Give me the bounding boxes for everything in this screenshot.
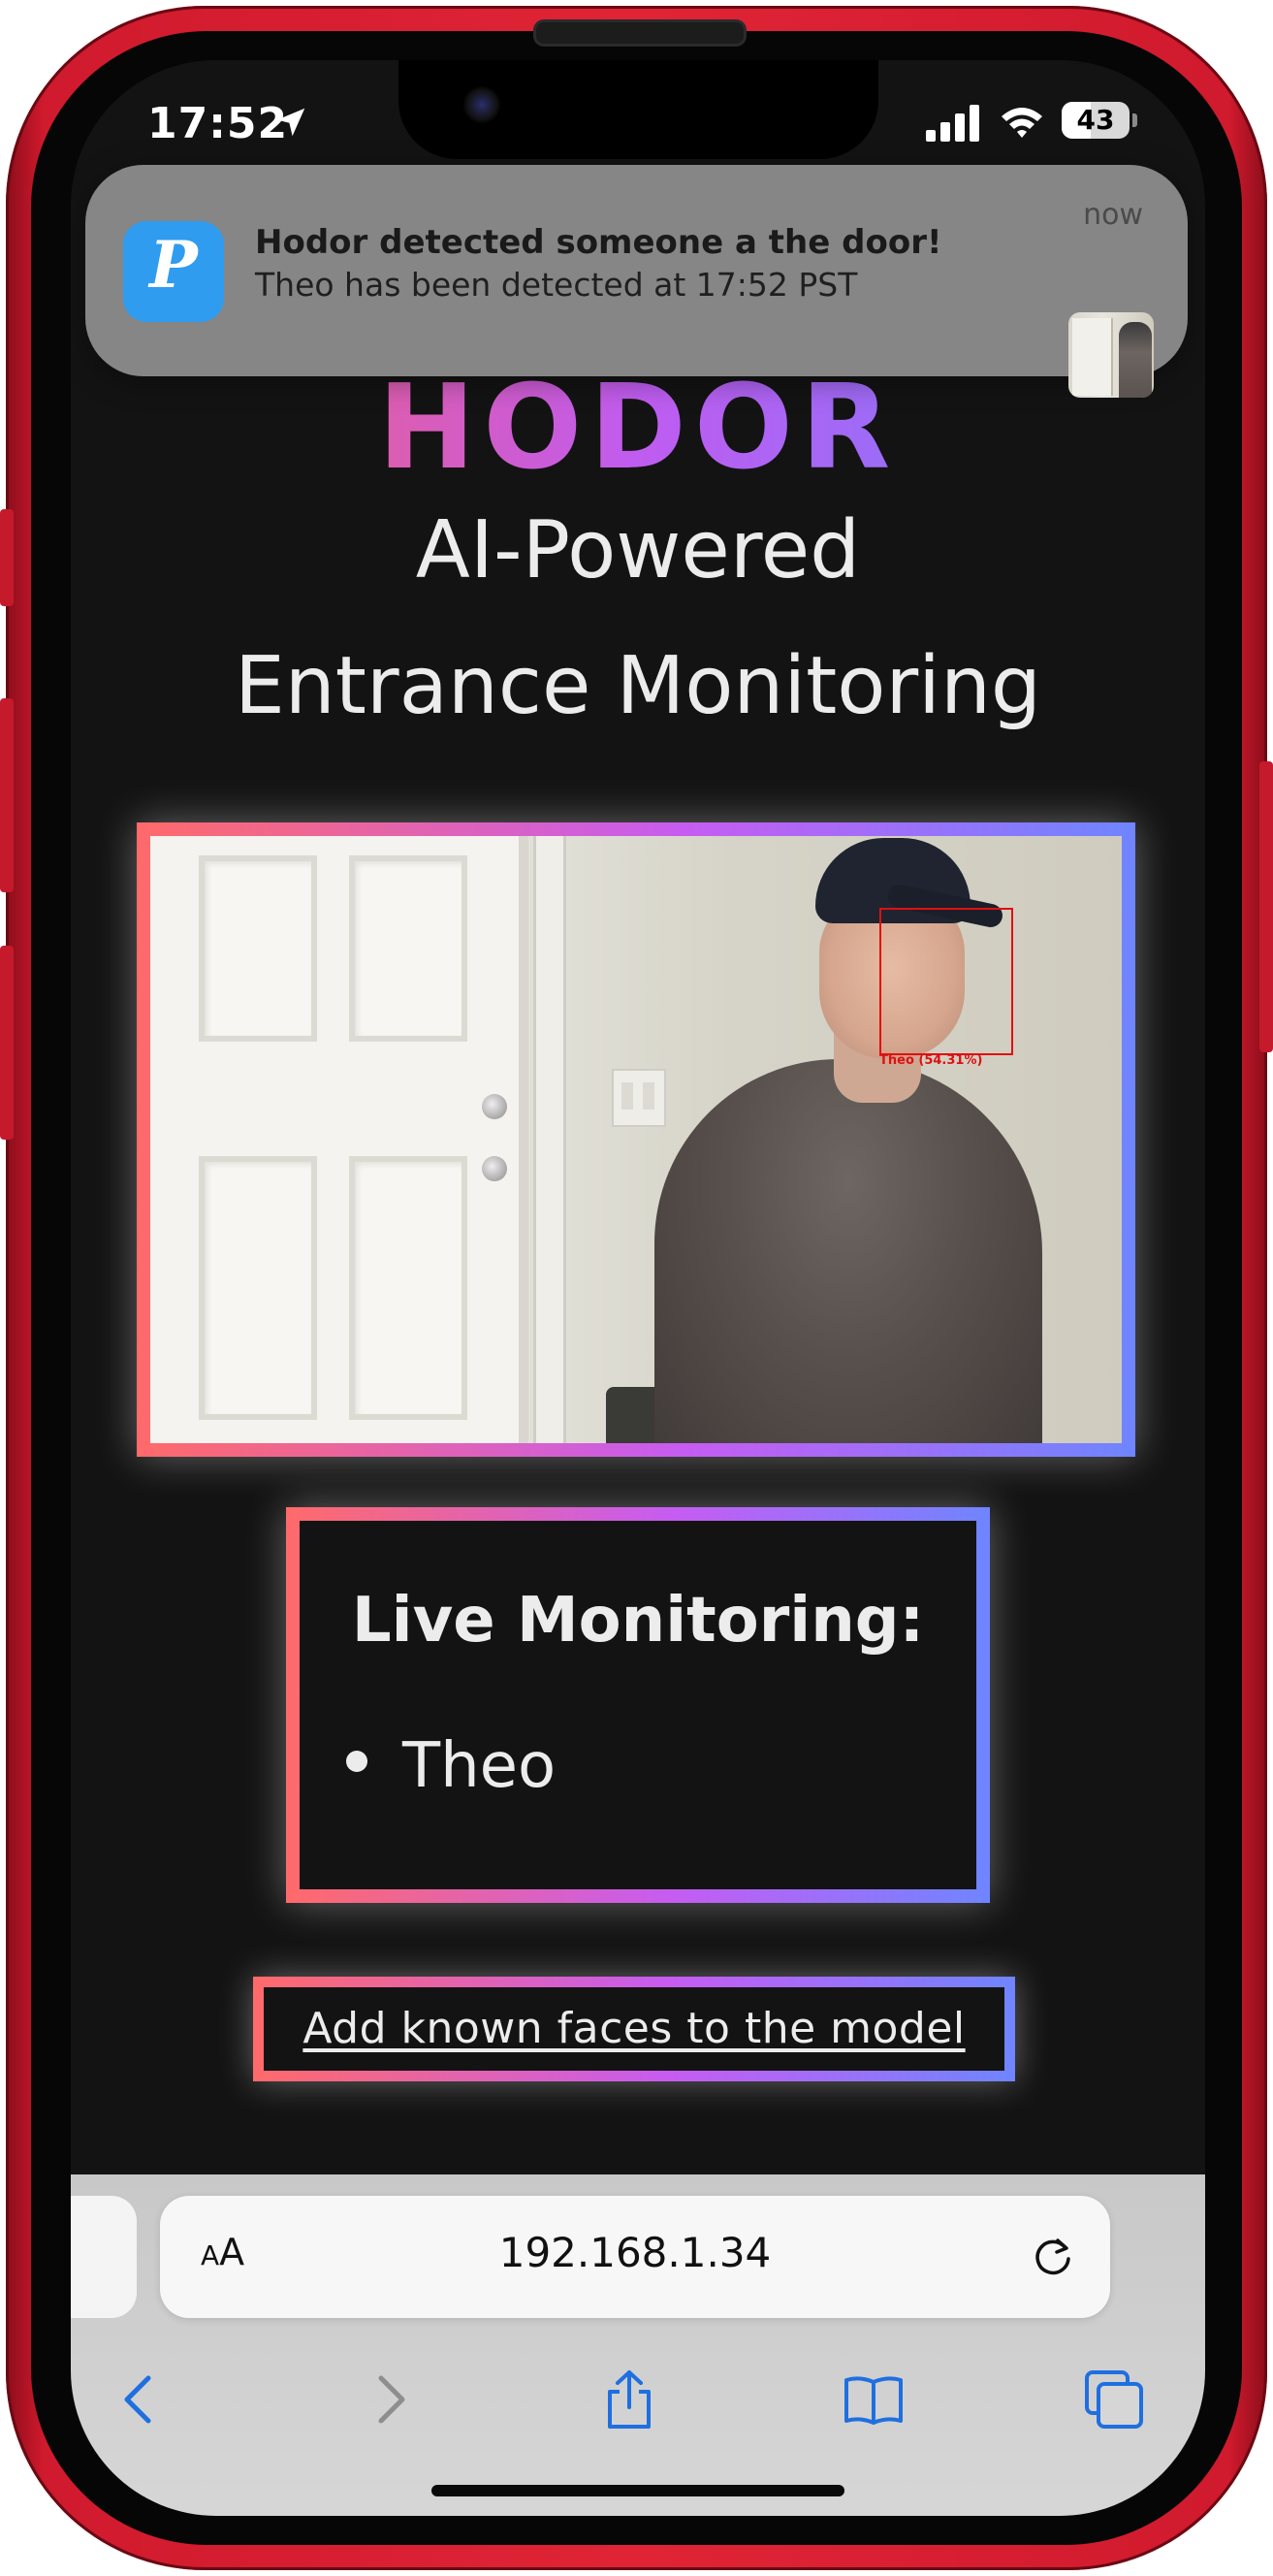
notification-title: Hodor detected someone a the door!	[255, 223, 942, 262]
power-button	[1259, 761, 1273, 1052]
door-knob	[482, 1094, 507, 1119]
previous-tab-preview[interactable]	[71, 2196, 137, 2318]
app-icon: P	[123, 221, 224, 322]
battery-nub	[1132, 113, 1137, 127]
notification-body: Theo has been detected at 17:52 PST	[255, 266, 858, 304]
video-feed-frame: Theo (54.31%)	[137, 822, 1135, 1457]
push-notification[interactable]: P Hodor detected someone a the door! The…	[85, 165, 1188, 398]
address-bar[interactable]: AA 192.168.1.34	[160, 2196, 1110, 2318]
deadbolt	[482, 1156, 507, 1181]
light-switch	[612, 1069, 666, 1127]
add-known-faces-link[interactable]: Add known faces to the model	[302, 2004, 965, 2053]
wifi-icon	[1002, 108, 1042, 138]
subtitle-line-1: AI-Powered	[415, 504, 861, 596]
live-monitoring-panel: Live Monitoring: Theo	[286, 1507, 990, 1903]
front-camera	[462, 85, 501, 124]
door	[150, 836, 528, 1443]
action-button	[0, 509, 14, 606]
safari-toolbar: AA 192.168.1.34	[71, 2174, 1205, 2516]
home-indicator[interactable]	[431, 2485, 844, 2496]
status-time: 17:52	[147, 99, 289, 148]
tabs-icon[interactable]	[1083, 2368, 1145, 2431]
add-faces-link-box: Add known faces to the model	[253, 1977, 1015, 2081]
door-frame	[533, 836, 566, 1443]
app-icon-letter: P	[149, 227, 198, 303]
video-feed: Theo (54.31%)	[150, 836, 1122, 1443]
face-detection-label: Theo (54.31%)	[879, 1053, 983, 1068]
live-monitoring-heading: Live Monitoring:	[351, 1585, 925, 1657]
bookmarks-icon[interactable]	[843, 2368, 905, 2431]
notification-time: now	[1083, 198, 1143, 232]
list-item: Theo	[346, 1730, 556, 1802]
cellular-signal-icon	[926, 105, 979, 142]
location-arrow-icon	[276, 108, 305, 137]
reload-icon[interactable]	[1029, 2233, 1077, 2281]
volume-up-button	[0, 698, 14, 892]
screen: 17:52 43 HODOR AI-Powered Entrance Monit…	[71, 60, 1205, 2516]
live-monitoring-list: Theo	[346, 1730, 556, 1802]
forward-icon[interactable]	[358, 2368, 420, 2431]
back-icon[interactable]	[110, 2368, 172, 2431]
page-title: HODOR	[71, 361, 1205, 496]
notification-thumbnail	[1068, 312, 1154, 398]
share-icon[interactable]	[598, 2368, 660, 2431]
earpiece-speaker	[533, 19, 747, 47]
subtitle-line-2: Entrance Monitoring	[235, 640, 1041, 732]
volume-down-button	[0, 946, 14, 1140]
bullet-icon	[346, 1751, 367, 1773]
battery-percent: 43	[1076, 104, 1115, 136]
person-hoodie	[654, 1059, 1042, 1443]
battery-icon: 43	[1062, 102, 1130, 139]
list-item-label: Theo	[402, 1730, 557, 1802]
face-detection-box	[879, 908, 1013, 1055]
url-text: 192.168.1.34	[498, 2229, 772, 2276]
